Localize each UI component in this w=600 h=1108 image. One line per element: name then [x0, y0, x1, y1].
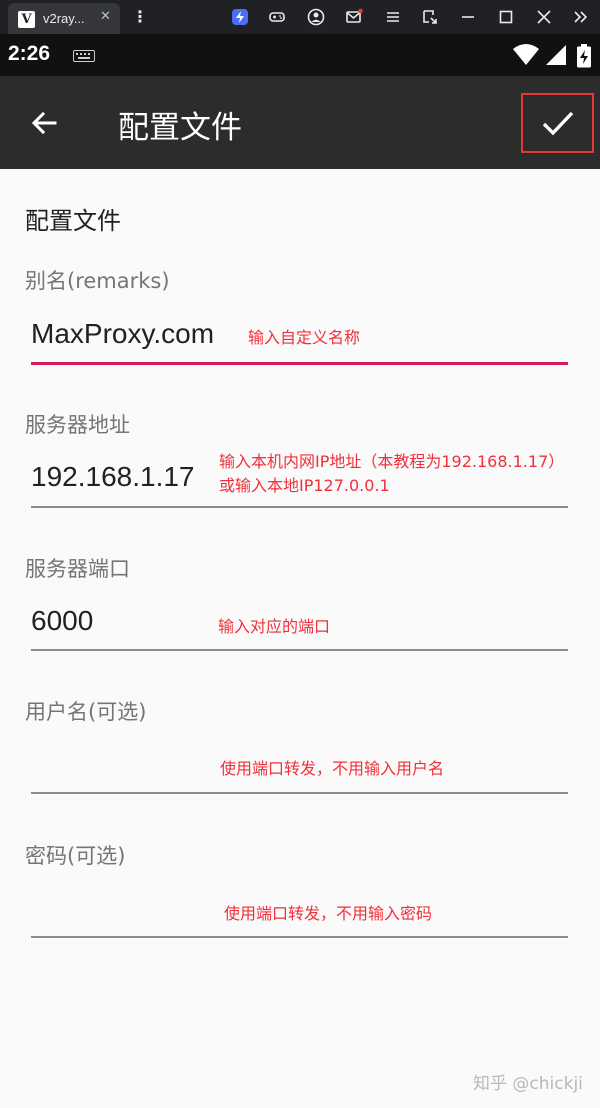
server-port-underline — [31, 649, 568, 651]
wifi-icon — [513, 44, 539, 65]
tab-title: v2ray... — [43, 11, 85, 26]
emulator-tab[interactable]: V v2ray... ✕ — [8, 3, 120, 34]
back-button[interactable] — [22, 101, 66, 145]
status-clock: 2:26 — [8, 42, 51, 65]
emulator-title-bar: V v2ray... ✕ ⋮ — [0, 0, 600, 34]
expand-sidebar-icon[interactable] — [571, 7, 591, 27]
toolbar-title: 配置文件 — [118, 110, 242, 146]
tab-close-icon[interactable]: ✕ — [100, 9, 111, 24]
account-icon[interactable] — [306, 7, 326, 27]
server-address-underline — [31, 506, 568, 508]
section-title: 配置文件 — [25, 207, 121, 235]
username-annotation: 使用端口转发，不用输入用户名 — [220, 759, 445, 778]
password-label: 密码(可选) — [25, 844, 126, 868]
more-options-icon[interactable]: ⋮ — [132, 7, 148, 27]
password-underline — [31, 936, 568, 938]
checkmark-icon — [542, 111, 573, 136]
remarks-label: 别名(remarks) — [25, 269, 170, 293]
maximize-icon[interactable] — [496, 7, 516, 27]
cellular-signal-icon — [546, 45, 566, 65]
v2ray-app-icon: V — [18, 11, 35, 28]
zhihu-watermark: 知乎 @chickji — [473, 1074, 583, 1094]
username-label: 用户名(可选) — [25, 700, 147, 724]
app-toolbar: 配置文件 — [0, 76, 600, 169]
gamepad-icon[interactable] — [267, 7, 287, 27]
server-address-annotation-line1: 输入本机内网IP地址（本教程为192.168.1.17） — [219, 452, 565, 471]
remarks-annotation: 输入自定义名称 — [248, 328, 361, 347]
server-port-annotation: 输入对应的端口 — [218, 617, 331, 636]
username-underline — [31, 792, 568, 794]
minimize-icon[interactable] — [458, 7, 478, 27]
menu-icon[interactable] — [383, 7, 403, 27]
server-port-input[interactable]: 6000 — [31, 605, 93, 637]
close-window-icon[interactable] — [534, 7, 554, 27]
server-port-label: 服务器端口 — [25, 557, 130, 581]
password-annotation: 使用端口转发，不用输入密码 — [224, 904, 433, 923]
keyboard-icon — [73, 50, 95, 62]
remarks-input[interactable]: MaxProxy.com — [31, 318, 214, 350]
lightning-icon[interactable] — [230, 7, 250, 27]
back-arrow-icon — [31, 111, 57, 135]
battery-charging-icon — [577, 44, 591, 68]
mail-icon[interactable] — [344, 7, 364, 27]
screenshot-icon[interactable] — [420, 7, 440, 27]
status-bar: 2:26 — [0, 34, 600, 76]
server-address-label: 服务器地址 — [25, 413, 130, 437]
server-address-annotation-line2: 或输入本地IP127.0.0.1 — [219, 476, 390, 495]
remarks-underline — [31, 362, 568, 365]
server-address-input[interactable]: 192.168.1.17 — [31, 461, 195, 493]
save-config-button[interactable] — [521, 93, 594, 153]
